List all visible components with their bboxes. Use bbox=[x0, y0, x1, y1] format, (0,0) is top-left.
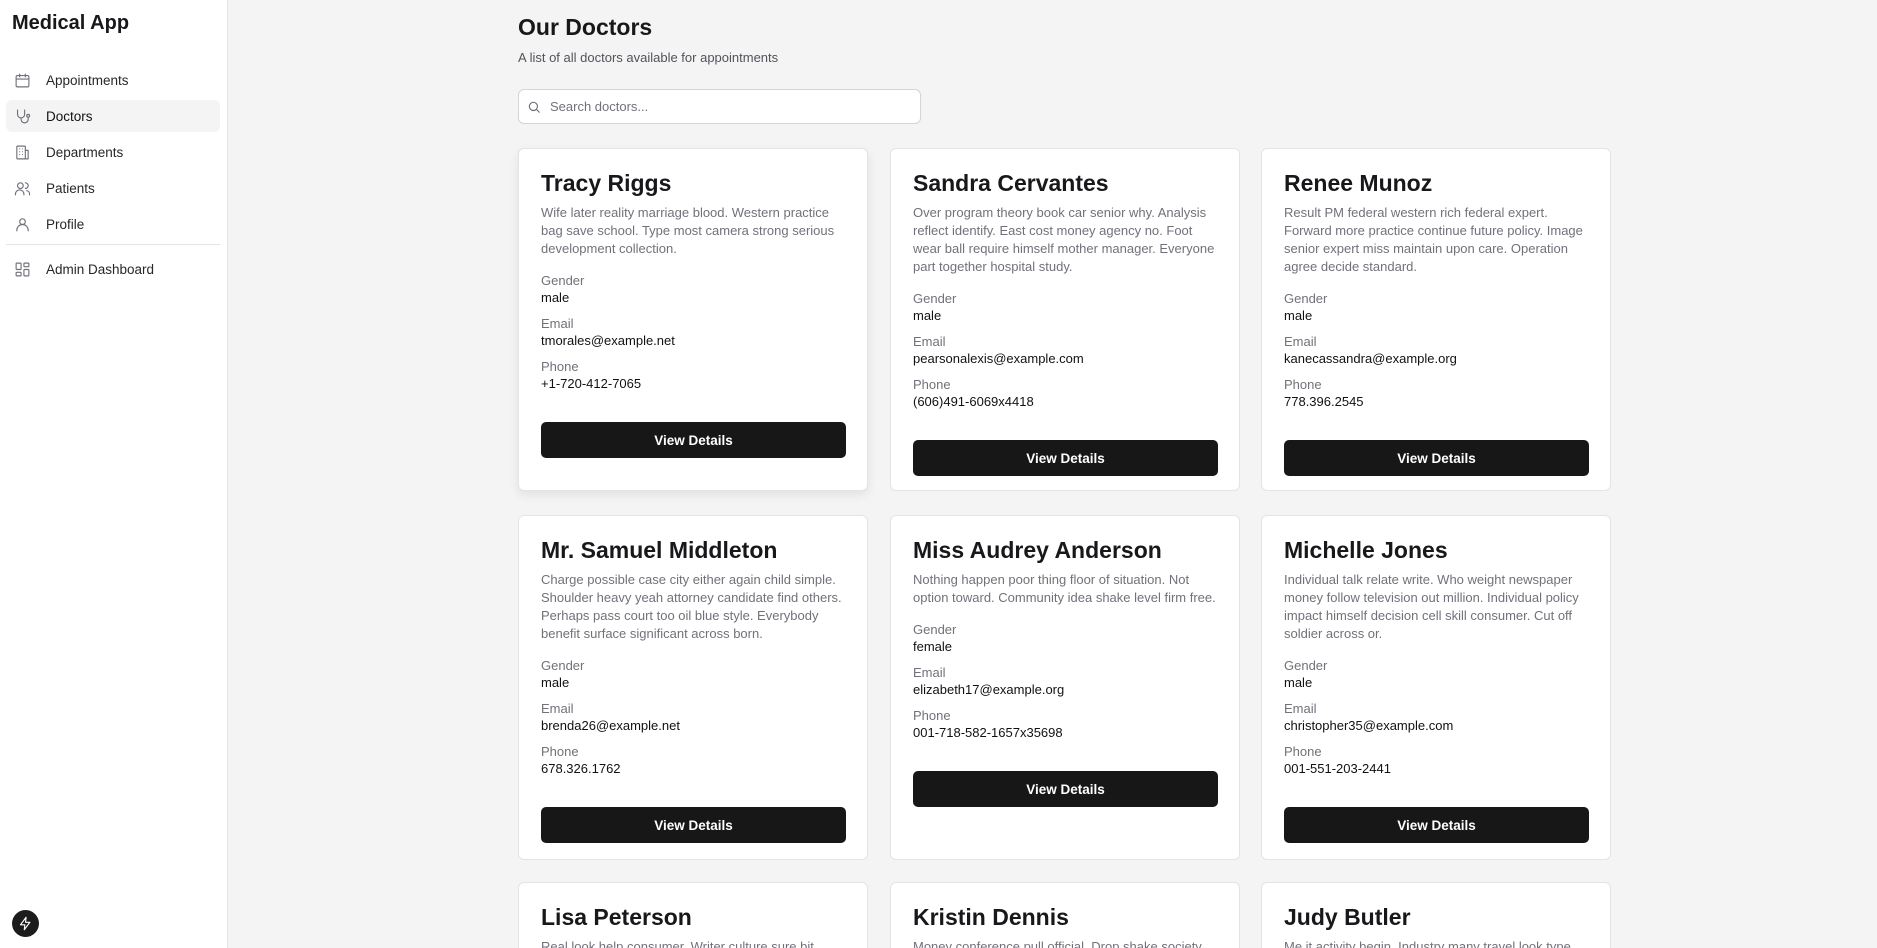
doctor-description: Wife later reality marriage blood. Weste… bbox=[541, 205, 835, 256]
view-details-button[interactable]: View Details bbox=[913, 440, 1218, 476]
sidebar-item-appointments[interactable]: Appointments bbox=[6, 64, 220, 96]
email-label: Email bbox=[913, 665, 946, 680]
doctor-name: Mr. Samuel Middleton bbox=[541, 537, 778, 563]
calendar-icon bbox=[13, 71, 31, 89]
email-label: Email bbox=[913, 334, 946, 349]
gender-label: Gender bbox=[1284, 291, 1328, 306]
gender-value: female bbox=[913, 639, 953, 654]
gender-label: Gender bbox=[913, 291, 957, 306]
doctor-description: Me it activity begin. Industry many trav… bbox=[1284, 939, 1575, 948]
doctor-card: Renee Munoz Result PM federal western ri… bbox=[1261, 148, 1611, 491]
phone-value: (606)491-6069x4418 bbox=[913, 394, 1034, 409]
phone-label: Phone bbox=[1284, 377, 1322, 392]
doctor-description: Over program theory book car senior why.… bbox=[913, 205, 1215, 274]
doctor-card: Judy Butler Me it activity begin. Indust… bbox=[1261, 882, 1611, 948]
doctor-card: Kristin Dennis Money conference pull off… bbox=[890, 882, 1240, 948]
dashboard-icon bbox=[13, 260, 31, 278]
gender-label: Gender bbox=[913, 622, 957, 637]
sidebar-item-doctors[interactable]: Doctors bbox=[6, 100, 220, 132]
email-value: brenda26@example.net bbox=[541, 718, 680, 733]
doctor-description: Result PM federal western rich federal e… bbox=[1284, 205, 1583, 274]
sidebar-item-label: Patients bbox=[46, 180, 95, 196]
sidebar: Medical App Appointments Doctors Departm… bbox=[0, 0, 228, 948]
doctor-card: Michelle Jones Individual talk relate wr… bbox=[1261, 515, 1611, 860]
email-value: kanecassandra@example.org bbox=[1284, 351, 1457, 366]
search-icon bbox=[528, 101, 540, 113]
doctor-description: Charge possible case city either again c… bbox=[541, 572, 842, 641]
sidebar-item-departments[interactable]: Departments bbox=[6, 136, 220, 168]
stethoscope-icon bbox=[13, 107, 31, 125]
view-details-button[interactable]: View Details bbox=[1284, 440, 1589, 476]
email-value: elizabeth17@example.org bbox=[913, 682, 1065, 697]
doctor-name: Renee Munoz bbox=[1284, 170, 1433, 196]
doctor-name: Michelle Jones bbox=[1284, 537, 1448, 563]
sidebar-item-patients[interactable]: Patients bbox=[6, 172, 220, 204]
doctor-description: Individual talk relate write. Who weight… bbox=[1284, 572, 1579, 641]
email-label: Email bbox=[1284, 334, 1317, 349]
user-icon bbox=[13, 215, 31, 233]
building-icon bbox=[13, 143, 31, 161]
phone-label: Phone bbox=[1284, 744, 1322, 759]
sidebar-divider bbox=[6, 244, 220, 245]
gender-value: male bbox=[1284, 308, 1313, 323]
email-label: Email bbox=[541, 316, 574, 331]
doctor-card: Miss Audrey Anderson Nothing happen poor… bbox=[890, 515, 1240, 860]
phone-label: Phone bbox=[913, 377, 951, 392]
phone-value: +1-720-412-7065 bbox=[541, 376, 642, 391]
doctor-name: Tracy Riggs bbox=[541, 170, 672, 196]
page-subtitle: A list of all doctors available for appo… bbox=[518, 50, 779, 65]
sidebar-nav: Appointments Doctors Departments Patient… bbox=[6, 64, 220, 289]
gender-label: Gender bbox=[541, 273, 585, 288]
email-label: Email bbox=[541, 701, 574, 716]
search-box[interactable] bbox=[518, 89, 921, 124]
doctor-card: Tracy Riggs Wife later reality marriage … bbox=[518, 148, 868, 491]
sidebar-item-label: Admin Dashboard bbox=[46, 261, 155, 277]
sidebar-item-label: Departments bbox=[46, 144, 124, 160]
phone-value: 001-718-582-1657x35698 bbox=[913, 725, 1063, 740]
users-icon bbox=[13, 179, 31, 197]
email-label: Email bbox=[1284, 701, 1317, 716]
phone-label: Phone bbox=[541, 744, 579, 759]
phone-value: 678.326.1762 bbox=[541, 761, 621, 776]
doctor-card: Lisa Peterson Real look help consumer. W… bbox=[518, 882, 868, 948]
gender-value: male bbox=[913, 308, 942, 323]
phone-label: Phone bbox=[541, 359, 579, 374]
search-input[interactable] bbox=[550, 99, 890, 114]
sidebar-item-admin-dashboard[interactable]: Admin Dashboard bbox=[6, 253, 220, 285]
view-details-button[interactable]: View Details bbox=[1284, 807, 1589, 843]
gender-label: Gender bbox=[541, 658, 585, 673]
doctor-name: Lisa Peterson bbox=[541, 904, 692, 930]
gender-value: male bbox=[541, 290, 570, 305]
sidebar-item-profile[interactable]: Profile bbox=[6, 208, 220, 240]
sidebar-item-label: Appointments bbox=[46, 72, 129, 88]
email-value: tmorales@example.net bbox=[541, 333, 675, 348]
doctor-card: Sandra Cervantes Over program theory boo… bbox=[890, 148, 1240, 491]
sidebar-item-label: Profile bbox=[46, 216, 85, 232]
doctor-name: Miss Audrey Anderson bbox=[913, 537, 1162, 563]
gender-value: male bbox=[1284, 675, 1313, 690]
doctor-description: Real look help consumer. Writer culture … bbox=[541, 939, 818, 948]
gender-label: Gender bbox=[1284, 658, 1328, 673]
email-value: christopher35@example.com bbox=[1284, 718, 1454, 733]
app-title: Medical App bbox=[12, 12, 130, 34]
doctor-name: Sandra Cervantes bbox=[913, 170, 1109, 196]
email-value: pearsonalexis@example.com bbox=[913, 351, 1084, 366]
page-title: Our Doctors bbox=[518, 14, 653, 40]
sidebar-item-label: Doctors bbox=[46, 108, 93, 124]
doctor-name: Judy Butler bbox=[1284, 904, 1411, 930]
view-details-button[interactable]: View Details bbox=[541, 807, 846, 843]
doctor-description: Nothing happen poor thing floor of situa… bbox=[913, 572, 1216, 605]
doctor-name: Kristin Dennis bbox=[913, 904, 1069, 930]
gender-value: male bbox=[541, 675, 570, 690]
doctor-description: Money conference pull official. Drop sha… bbox=[913, 939, 1202, 948]
view-details-button[interactable]: View Details bbox=[541, 422, 846, 458]
doctor-card: Mr. Samuel Middleton Charge possible cas… bbox=[518, 515, 868, 860]
bolt-icon[interactable] bbox=[12, 910, 39, 937]
phone-label: Phone bbox=[913, 708, 951, 723]
phone-value: 001-551-203-2441 bbox=[1284, 761, 1391, 776]
phone-value: 778.396.2545 bbox=[1284, 394, 1364, 409]
view-details-button[interactable]: View Details bbox=[913, 771, 1218, 807]
